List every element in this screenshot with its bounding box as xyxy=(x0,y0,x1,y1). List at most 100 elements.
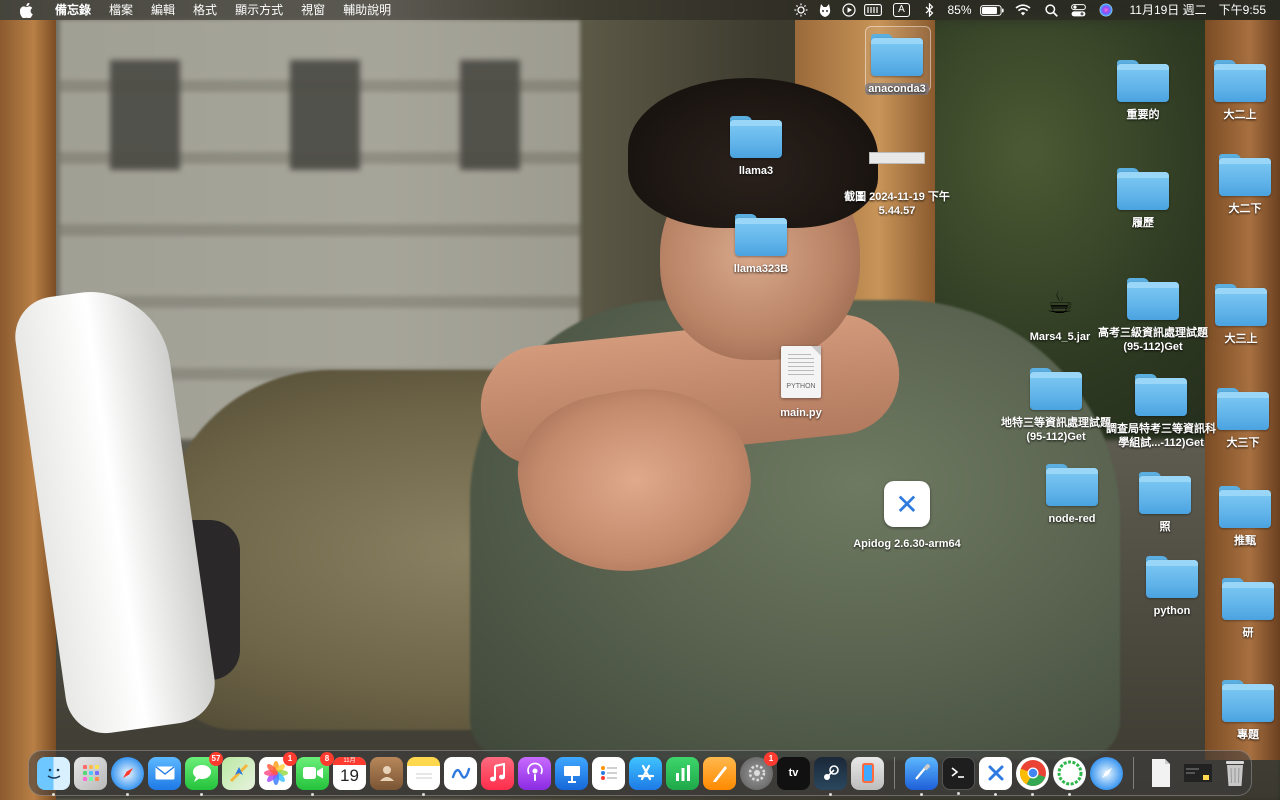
dock-apple-tv-icon[interactable]: tv xyxy=(777,756,810,790)
menu-app-name[interactable]: 備忘錄 xyxy=(46,0,100,20)
dock-messages-icon[interactable]: 57 xyxy=(185,751,223,796)
dock-finder-icon[interactable] xyxy=(37,756,70,796)
desktop-folder-y3-down[interactable]: 大三下 xyxy=(1188,388,1280,450)
dock-photos-icon[interactable]: 1 xyxy=(259,751,297,790)
desktop-folder-llama323B[interactable]: llama323B xyxy=(706,214,816,276)
desktop-folder-y2-up[interactable]: 大二上 xyxy=(1185,60,1280,122)
menu-format[interactable]: 格式 xyxy=(184,0,226,20)
folder-icon xyxy=(1219,486,1271,528)
folder-label: 大二下 xyxy=(1228,203,1262,215)
folder-label: python xyxy=(1153,605,1191,617)
dock-iphone-mirroring-icon[interactable] xyxy=(851,756,884,790)
folder-icon xyxy=(1214,60,1266,102)
bluetooth-icon[interactable] xyxy=(917,0,941,20)
dock-launchpad-icon[interactable] xyxy=(74,756,107,790)
dock-maps-icon[interactable] xyxy=(222,756,255,790)
mascot-app-icon[interactable] xyxy=(813,0,837,20)
folder-label: llama3 xyxy=(738,165,774,177)
folder-icon xyxy=(1117,168,1169,210)
folder-label: 履歷 xyxy=(1132,217,1154,229)
dock-separator xyxy=(894,757,895,789)
media-play-icon[interactable] xyxy=(837,0,861,20)
menubar-time[interactable]: 下午9:55 xyxy=(1213,0,1280,20)
photos-badge: 1 xyxy=(283,751,297,766)
dock-podcasts-icon[interactable] xyxy=(518,756,551,790)
dock-terminal-icon[interactable] xyxy=(942,756,975,795)
battery-icon[interactable] xyxy=(978,0,1006,20)
menubar-date[interactable]: 11月19日 週二 xyxy=(1118,0,1213,20)
dock-downloads-stack-icon[interactable] xyxy=(1144,757,1177,790)
dock-mail-icon[interactable] xyxy=(148,756,181,790)
dock-steam-icon[interactable] xyxy=(814,756,847,796)
folder-icon xyxy=(1222,680,1274,722)
menu-file[interactable]: 檔案 xyxy=(100,0,142,20)
brightness-icon[interactable] xyxy=(789,0,813,20)
dock-notes-icon[interactable] xyxy=(407,756,440,796)
dock-music-icon[interactable] xyxy=(481,756,514,790)
memory-stats-icon[interactable] xyxy=(861,0,885,20)
file-label: Mars4_5.jar xyxy=(1029,331,1091,343)
dock-activity-ring-icon[interactable] xyxy=(1053,756,1086,796)
dock-apidog-icon[interactable] xyxy=(979,756,1012,796)
dock-numbers-icon[interactable] xyxy=(666,756,699,790)
folder-icon xyxy=(1139,472,1191,514)
menu-view[interactable]: 顯示方式 xyxy=(226,0,292,20)
dock-safari-technology-preview-icon[interactable] xyxy=(1090,756,1123,790)
dock-app-store-icon[interactable] xyxy=(629,756,662,790)
java-coffee-icon: ☕ xyxy=(1046,287,1074,320)
desktop-app-apidog[interactable]: ✕ Apidog 2.6.30-arm64 xyxy=(852,481,962,551)
desktop-file-screenshot[interactable]: 截圖 2024-11-19 下午5.44.57 xyxy=(842,142,952,218)
dock-calendar-icon[interactable]: 11月 19 xyxy=(333,756,366,790)
dock-keynote-icon[interactable] xyxy=(555,756,588,790)
menu-edit[interactable]: 編輯 xyxy=(142,0,184,20)
folder-label: 專題 xyxy=(1237,729,1259,741)
calendar-day: 19 xyxy=(340,765,359,785)
dock-trash-icon[interactable] xyxy=(1218,757,1251,790)
dock-system-settings-icon[interactable]: 1 xyxy=(740,751,778,790)
calendar-month: 11月 xyxy=(333,756,366,765)
folder-label: 照 xyxy=(1159,521,1171,533)
dock: 57 1 8 11月 19 1 tv xyxy=(28,750,1252,796)
desktop-folder-y2-down[interactable]: 大二下 xyxy=(1190,154,1280,216)
dock-xcode-icon[interactable] xyxy=(905,756,938,796)
folder-label: 推甄 xyxy=(1234,535,1256,547)
desktop-folder-resume[interactable]: 履歷 xyxy=(1088,168,1198,230)
menu-bar: 備忘錄 檔案 編輯 格式 顯示方式 視窗 輔助說明 A 85% 11月19日 週… xyxy=(0,0,1280,20)
dock-recent-screenshot-icon[interactable] xyxy=(1181,757,1214,790)
search-icon[interactable] xyxy=(1040,0,1064,20)
desktop-folder-recommend[interactable]: 推甄 xyxy=(1190,486,1280,548)
apple-menu-icon[interactable] xyxy=(18,0,34,20)
dock-freeform-icon[interactable] xyxy=(444,756,477,790)
folder-icon xyxy=(1030,368,1082,410)
desktop-folder-y3-up[interactable]: 大三上 xyxy=(1186,284,1280,346)
input-source-label: A xyxy=(893,3,910,17)
folder-label: 研 xyxy=(1242,627,1254,639)
file-type-label: PYTHON xyxy=(786,383,816,390)
dock-contacts-icon[interactable] xyxy=(370,756,403,790)
menu-window[interactable]: 視窗 xyxy=(292,0,334,20)
desktop-folder-topic[interactable]: 專題 xyxy=(1193,680,1280,742)
wallpaper-window xyxy=(110,60,180,170)
dock-safari-icon[interactable] xyxy=(111,756,144,796)
menu-help[interactable]: 輔助說明 xyxy=(334,0,400,20)
input-source-icon[interactable]: A xyxy=(885,0,917,20)
wifi-icon[interactable] xyxy=(1006,0,1040,20)
desktop-folder-llama3[interactable]: llama3 xyxy=(701,116,811,178)
dock-facetime-icon[interactable]: 8 xyxy=(296,751,334,796)
siri-icon[interactable] xyxy=(1094,0,1118,20)
dock-reminders-icon[interactable] xyxy=(592,756,625,790)
folder-label: 大三下 xyxy=(1226,437,1260,449)
status-area: A 85% 11月19日 週二 下午9:55 xyxy=(789,0,1280,20)
dock-chrome-icon[interactable] xyxy=(1016,756,1049,796)
folder-icon xyxy=(1117,60,1169,102)
desktop-file-main-py[interactable]: PYTHON main.py xyxy=(746,346,856,420)
control-center-icon[interactable] xyxy=(1064,0,1094,20)
desktop-folder-anaconda3[interactable]: anaconda3 xyxy=(842,34,952,96)
messages-badge: 57 xyxy=(209,751,223,766)
desktop-folder-research[interactable]: 研 xyxy=(1193,578,1280,640)
desktop-folder-important[interactable]: 重要的 xyxy=(1088,60,1198,122)
folder-icon xyxy=(1135,374,1187,416)
desktop-folder-exam-local[interactable]: 地特三等資訊處理試題(95-112)Get xyxy=(1001,368,1111,444)
dock-separator xyxy=(1133,757,1134,789)
dock-pages-icon[interactable] xyxy=(703,756,736,790)
